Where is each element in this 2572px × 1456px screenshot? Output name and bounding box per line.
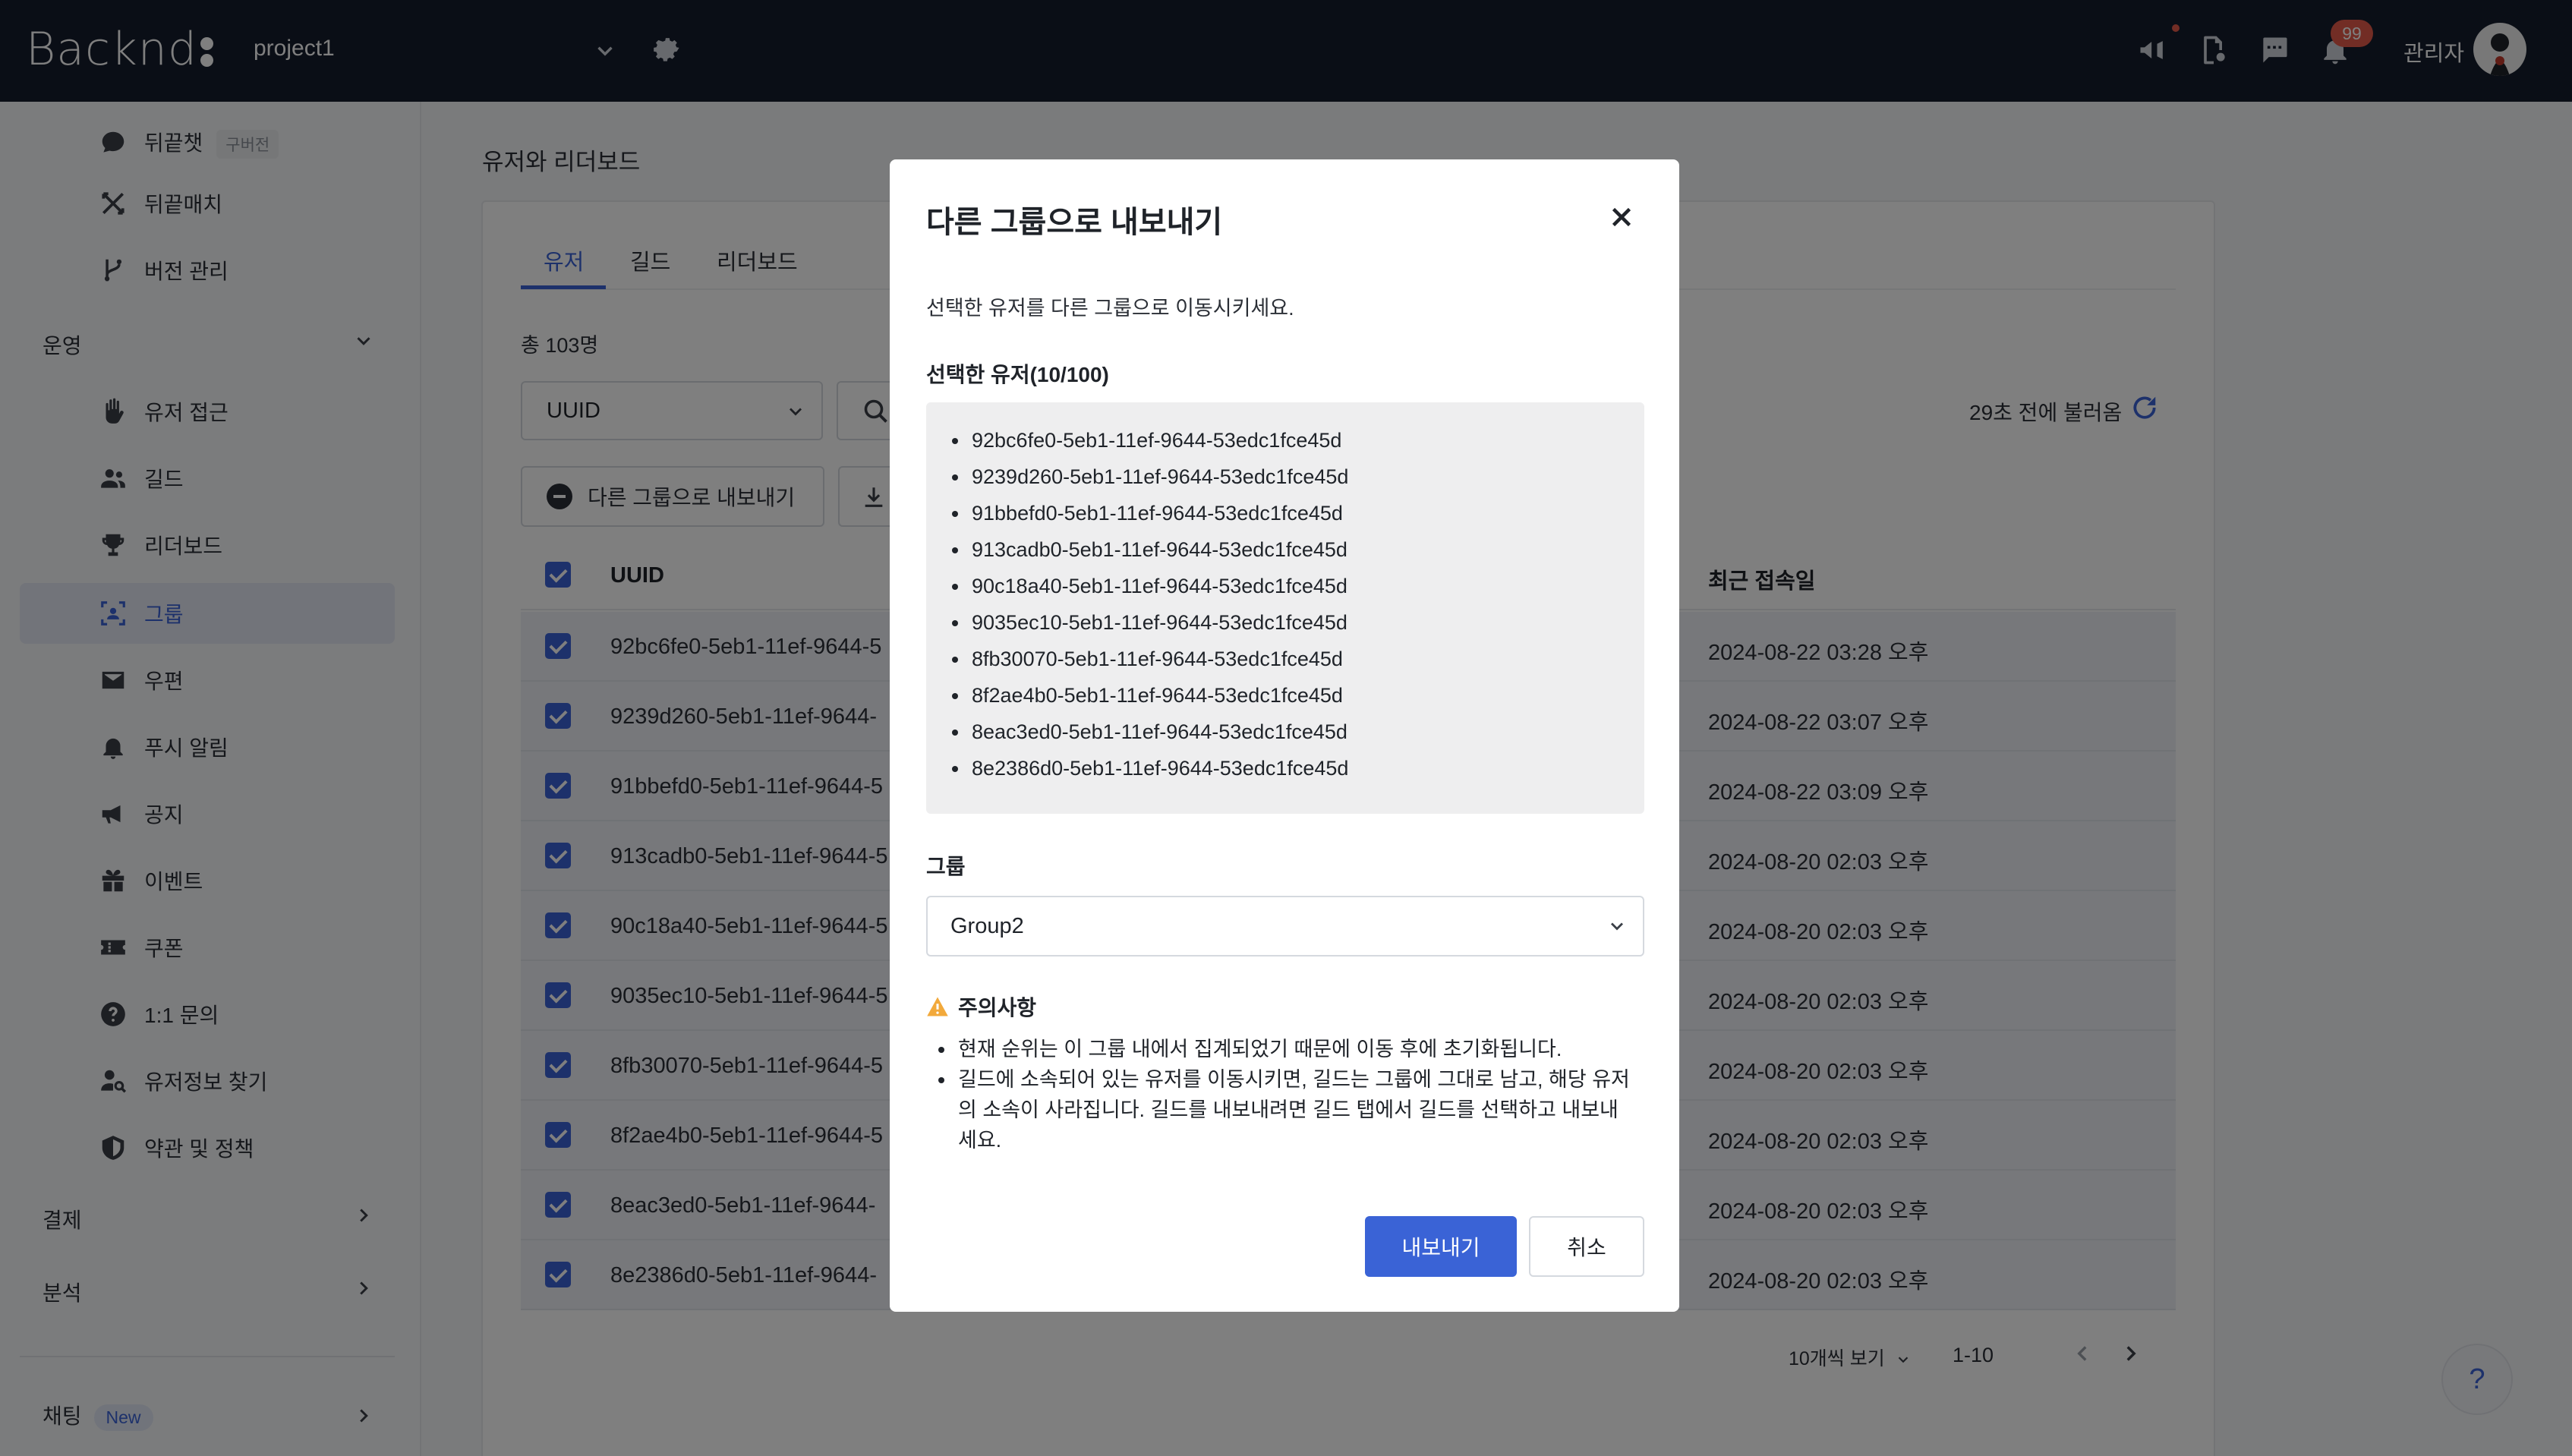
selected-user-item: 8fb30070-5eb1-11ef-9644-53edc1fce45d <box>952 641 1644 677</box>
chevron-down-icon <box>1611 922 1623 931</box>
modal-title: 다른 그룹으로 내보내기 <box>926 206 1223 239</box>
cancel-button[interactable]: 취소 <box>1529 1216 1644 1277</box>
selected-user-item: 90c18a40-5eb1-11ef-9644-53edc1fce45d <box>952 568 1644 604</box>
selected-user-item: 8f2ae4b0-5eb1-11ef-9644-53edc1fce45d <box>952 677 1644 714</box>
selected-user-item: 91bbefd0-5eb1-11ef-9644-53edc1fce45d <box>952 495 1644 531</box>
selected-user-item: 8e2386d0-5eb1-11ef-9644-53edc1fce45d <box>952 750 1644 786</box>
export-group-modal: 다른 그룹으로 내보내기 선택한 유저를 다른 그룹으로 이동시키세요. 선택한… <box>890 159 1679 1312</box>
warning-list: 현재 순위는 이 그룹 내에서 집계되었기 때문에 이동 후에 초기화됩니다. … <box>938 1034 1637 1155</box>
selected-user-item: 9239d260-5eb1-11ef-9644-53edc1fce45d <box>952 459 1644 495</box>
close-icon[interactable] <box>1608 203 1635 231</box>
group-select[interactable]: Group2 <box>926 896 1644 956</box>
warning-title: 주의사항 <box>926 991 1036 1022</box>
warning-item: 현재 순위는 이 그룹 내에서 집계되었기 때문에 이동 후에 초기화됩니다. <box>938 1034 1637 1064</box>
warning-item: 길드에 소속되어 있는 유저를 이동시키면, 길드는 그룹에 그대로 남고, 해… <box>938 1064 1637 1155</box>
modal-description: 선택한 유저를 다른 그룹으로 이동시키세요. <box>926 297 1294 320</box>
selected-user-item: 913cadb0-5eb1-11ef-9644-53edc1fce45d <box>952 531 1644 568</box>
group-label: 그룹 <box>926 855 966 878</box>
selected-users-label: 선택한 유저(10/100) <box>926 363 1109 386</box>
selected-user-item: 9035ec10-5eb1-11ef-9644-53edc1fce45d <box>952 604 1644 641</box>
warning-icon <box>927 997 948 1016</box>
selected-users-list: 92bc6fe0-5eb1-11ef-9644-53edc1fce45d 9239… <box>926 402 1644 814</box>
export-confirm-button[interactable]: 내보내기 <box>1365 1216 1517 1277</box>
selected-user-item: 92bc6fe0-5eb1-11ef-9644-53edc1fce45d <box>952 422 1644 459</box>
selected-user-item: 8eac3ed0-5eb1-11ef-9644-53edc1fce45d <box>952 714 1644 750</box>
